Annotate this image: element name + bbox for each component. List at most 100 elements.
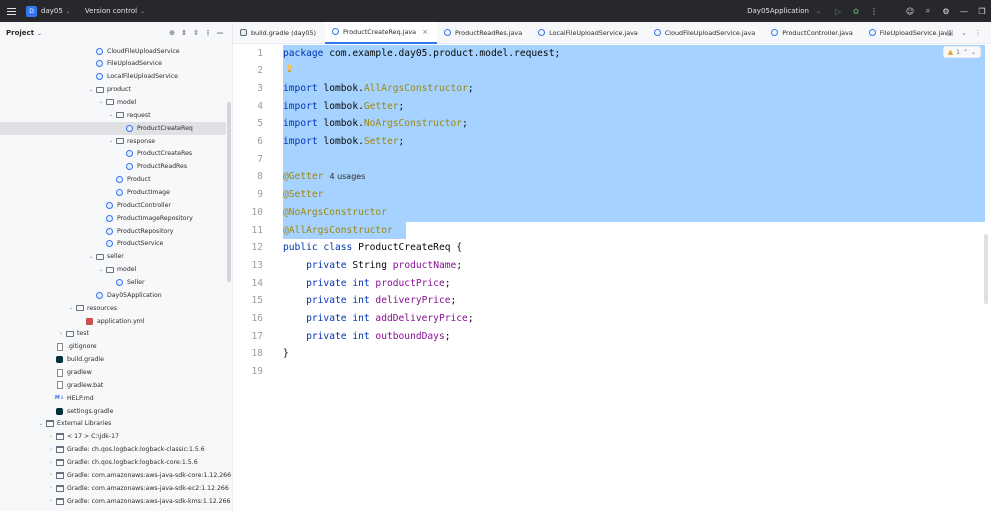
code-line[interactable]: @AllArgsConstructor xyxy=(283,222,393,240)
tree-item[interactable]: gradlew xyxy=(0,366,232,379)
hide-icon[interactable]: — xyxy=(214,29,226,37)
tree-item[interactable]: ⌄ product xyxy=(0,83,232,96)
run-configuration[interactable]: Day05Application xyxy=(747,7,809,15)
chevron-right-icon[interactable]: › xyxy=(47,472,55,478)
tree-item[interactable]: ⌄ response xyxy=(0,135,232,148)
editor-tab[interactable]: LocalFileUploadService.java xyxy=(531,22,647,44)
code-line[interactable]: @Setter xyxy=(283,186,323,204)
search-icon[interactable]: ⌕ xyxy=(919,0,937,22)
code-line[interactable]: import lombok.Setter; xyxy=(283,133,404,151)
select-opened-file-icon[interactable]: ⊕ xyxy=(166,29,178,37)
more-icon[interactable]: ⋮ xyxy=(971,29,985,37)
usages-hint[interactable]: 4 usages xyxy=(329,172,365,181)
run-icon[interactable]: ▷ xyxy=(829,0,847,22)
tree-item[interactable]: ⌄ External Libraries xyxy=(0,417,232,430)
line-gutter[interactable]: 1 2 3 4 5 6 7 8 9 10 11 12 13 14 15 16 17 18 19 xyxy=(233,44,263,511)
chevron-up-icon[interactable]: ⌃ xyxy=(963,49,968,56)
code-line[interactable]: private int outboundDays; xyxy=(283,328,450,346)
minimize-icon[interactable]: — xyxy=(955,0,973,22)
tree-item[interactable]: build.gradle xyxy=(0,353,232,366)
tree-item[interactable]: ProductCreateRes xyxy=(0,147,232,160)
tree-item[interactable]: gradlew.bat xyxy=(0,379,232,392)
code-editor[interactable]: 1 2 3 4 5 6 7 8 9 10 11 12 13 14 15 16 17 18 19 package co… xyxy=(233,44,991,511)
chevron-down-icon[interactable]: ⌄ xyxy=(67,305,75,311)
editor-scrollbar[interactable] xyxy=(984,234,988,304)
account-icon[interactable]: ☺ xyxy=(901,0,919,22)
chevron-down-icon[interactable]: ⌄ xyxy=(97,267,105,273)
version-control-menu[interactable]: Version control xyxy=(85,7,137,15)
chevron-down-icon[interactable]: ⌄ xyxy=(957,29,971,37)
chevron-down-icon[interactable]: ⌄ xyxy=(971,49,976,56)
chevron-down-icon[interactable]: ⌄ xyxy=(87,87,95,93)
code-line[interactable]: @NoArgsConstructor xyxy=(283,204,387,222)
project-badge[interactable]: D xyxy=(26,5,37,17)
editor-tab[interactable]: build.gradle (day05) xyxy=(233,22,325,44)
tree-item[interactable]: .gitignore xyxy=(0,340,232,353)
tree-item[interactable]: ProductRepository xyxy=(0,225,232,238)
editor-tab[interactable]: ProductController.java xyxy=(764,22,862,44)
tree-item[interactable]: ProductCreateReq xyxy=(0,121,226,135)
tree-item[interactable]: LocalFileUploadService xyxy=(0,70,232,83)
restore-icon[interactable]: ❐ xyxy=(973,0,991,22)
tree-item[interactable]: › < 17 > C:\jdk-17 xyxy=(0,430,232,443)
tree-item[interactable]: ⌄ request xyxy=(0,109,232,122)
expand-all-icon[interactable]: ⇕ xyxy=(178,29,190,37)
editor-tab[interactable]: ProductCreateReq.java × xyxy=(325,21,437,44)
chevron-down-icon[interactable]: ⌄ xyxy=(107,112,115,118)
code-line[interactable]: private int deliveryPrice; xyxy=(283,292,456,310)
tree-item[interactable]: ⌄ model xyxy=(0,263,232,276)
chevron-right-icon[interactable]: › xyxy=(47,498,55,504)
chevron-right-icon[interactable]: › xyxy=(47,447,55,453)
chevron-down-icon[interactable]: ⌄ xyxy=(87,254,95,260)
chevron-down-icon[interactable]: ⌄ xyxy=(37,30,42,37)
collapse-all-icon[interactable]: ⇳ xyxy=(190,29,202,37)
close-icon[interactable]: × xyxy=(422,28,428,36)
code-line[interactable]: public class ProductCreateReq { xyxy=(283,239,462,257)
tree-item[interactable]: › Gradle: ch.qos.logback:logback-core:1.5… xyxy=(0,456,232,469)
tree-item[interactable]: application.yml xyxy=(0,315,232,328)
code-line[interactable]: private String productName; xyxy=(283,257,462,275)
tree-item[interactable]: ⌄ seller xyxy=(0,250,232,263)
chevron-down-icon[interactable]: ⌄ xyxy=(816,8,821,15)
tree-item[interactable]: ⌄ model xyxy=(0,96,232,109)
main-menu-icon[interactable] xyxy=(2,0,20,22)
code-line[interactable]: import lombok.AllArgsConstructor; xyxy=(283,80,474,98)
code-line[interactable]: import lombok.Getter; xyxy=(283,98,404,116)
chevron-right-icon[interactable]: › xyxy=(47,485,55,491)
lightbulb-icon[interactable] xyxy=(286,64,293,73)
chevron-down-icon[interactable]: ⌄ xyxy=(37,421,45,427)
tree-item[interactable]: › Gradle: com.amazonaws:aws-java-sdk-ec2:… xyxy=(0,482,232,495)
chevron-down-icon[interactable]: ⌄ xyxy=(107,138,115,144)
tree-item[interactable]: Day05Application xyxy=(0,289,232,302)
chevron-right-icon[interactable]: › xyxy=(57,331,65,337)
code-line[interactable]: package com.example.day05.product.model.… xyxy=(283,45,560,63)
chevron-down-icon[interactable]: ⌄ xyxy=(66,8,71,15)
debug-icon[interactable]: ✿ xyxy=(847,0,865,22)
inspection-widget[interactable]: ▲ 1 ⌃ ⌄ xyxy=(942,46,981,58)
tree-item[interactable]: › test xyxy=(0,327,232,340)
code-line[interactable]: } xyxy=(283,345,289,363)
more-tabs-icon[interactable]: ◫ xyxy=(943,29,957,37)
code-line[interactable]: @Getter 4 usages xyxy=(283,168,365,186)
editor-tab[interactable]: ProductReadRes.java xyxy=(437,22,531,44)
project-panel-header[interactable]: Project ⌄ ⊕ ⇕ ⇳ ⋮ — xyxy=(0,22,232,44)
gear-icon[interactable]: ⚙ xyxy=(937,0,955,22)
chevron-down-icon[interactable]: ⌄ xyxy=(140,8,145,15)
tree-item[interactable]: M↓ HELP.md xyxy=(0,392,232,405)
more-icon[interactable]: ⋮ xyxy=(202,29,214,37)
tree-item[interactable]: ProductReadRes xyxy=(0,160,232,173)
tree-item[interactable]: ProductService xyxy=(0,237,232,250)
code-line[interactable]: private int productPrice; xyxy=(283,275,450,293)
tree-item[interactable]: › Gradle: com.amazonaws:aws-java-sdk-core… xyxy=(0,469,232,482)
tree-item[interactable]: Product xyxy=(0,173,232,186)
tree-item[interactable]: Seller xyxy=(0,276,232,289)
tree-item[interactable]: ⌄ resources xyxy=(0,302,232,315)
tree-item[interactable]: ProductController xyxy=(0,199,232,212)
chevron-down-icon[interactable]: ⌄ xyxy=(97,99,105,105)
tree-item[interactable]: FileUploadService xyxy=(0,57,232,70)
code-line[interactable]: import lombok.NoArgsConstructor; xyxy=(283,115,468,133)
tree-item[interactable]: › Gradle: ch.qos.logback:logback-classic:… xyxy=(0,443,232,456)
project-name[interactable]: day05 xyxy=(41,7,63,15)
project-scrollbar[interactable] xyxy=(227,102,231,282)
more-icon[interactable]: ⋮ xyxy=(865,0,883,22)
